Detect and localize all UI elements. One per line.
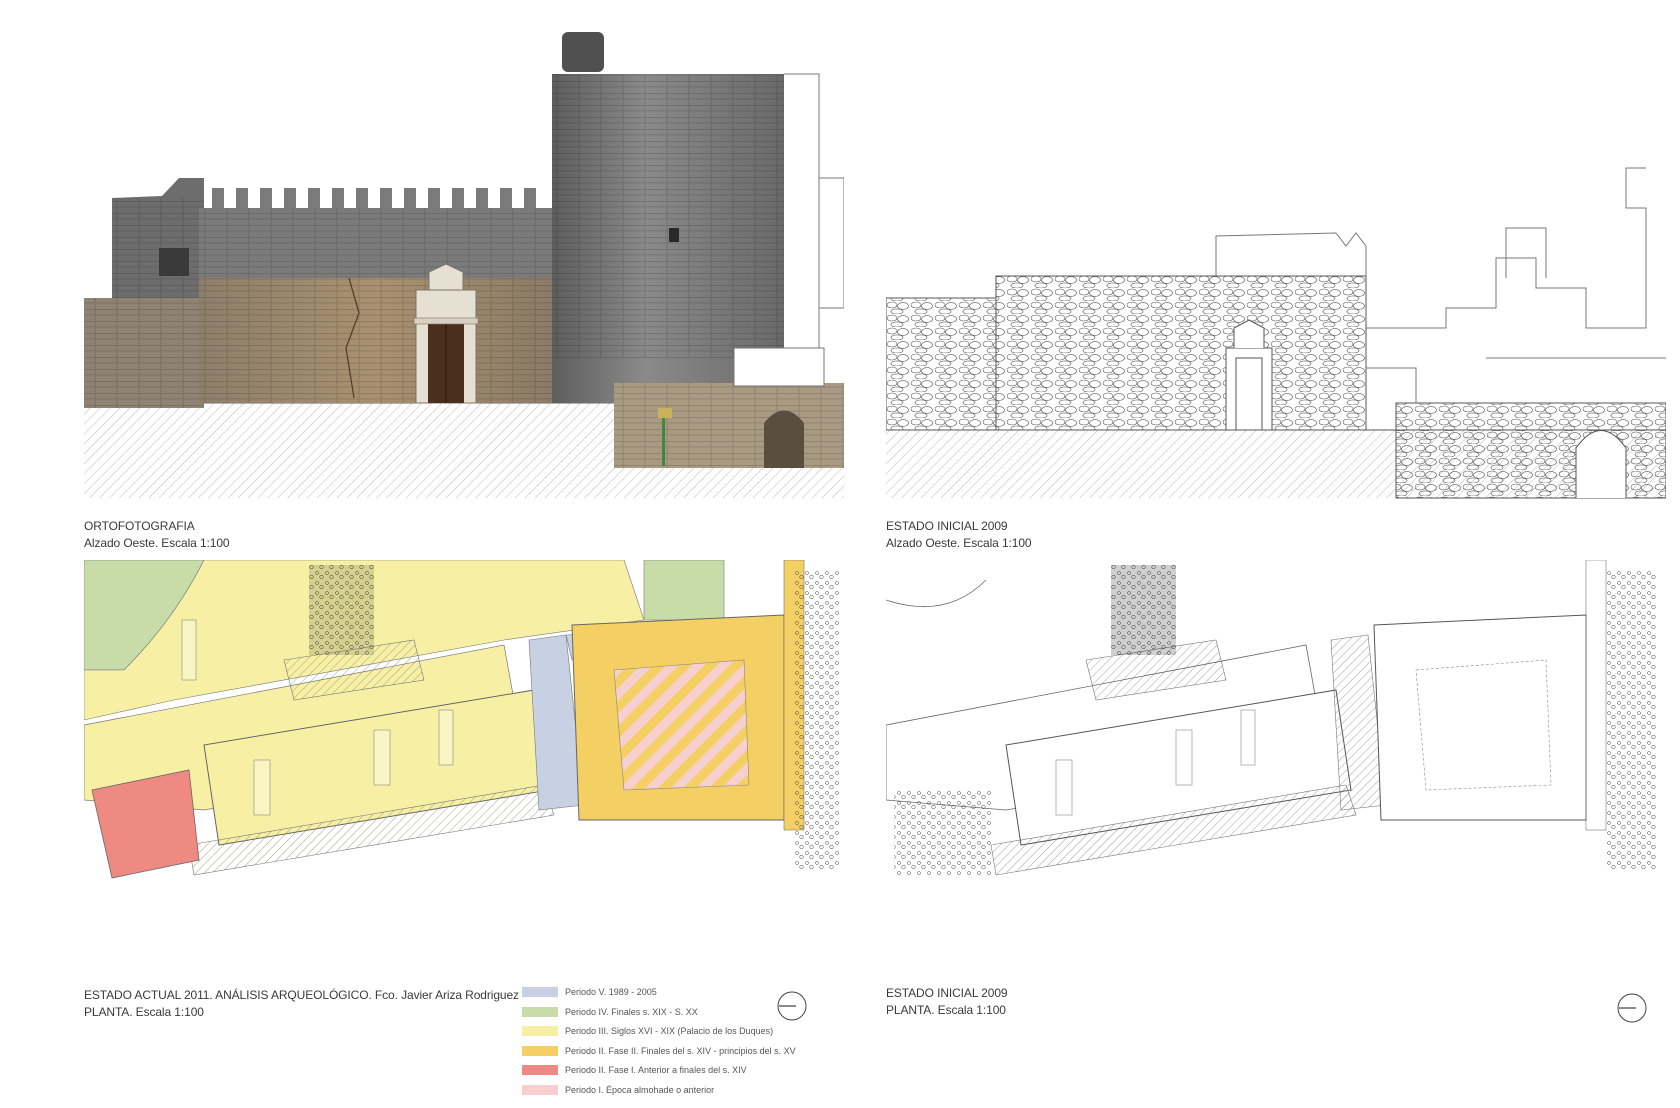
ortho-caption: ORTOFOTOGRAFIA Alzado Oeste. Escala 1:10…: [84, 518, 230, 552]
north-arrow-icon: [777, 991, 807, 1021]
legend-swatch: [522, 987, 558, 997]
legend-label: Periodo I. Época almohade o anterior: [565, 1084, 715, 1095]
legend-label: Periodo II. Fase II. Finales del s. XIV …: [565, 1045, 796, 1056]
legend-swatch: [522, 1026, 558, 1036]
initial-plan-title: ESTADO INICIAL 2009: [886, 986, 1008, 1000]
actual-plan-subtitle: PLANTA. Escala 1:100: [84, 1005, 204, 1019]
actual-plan-caption: ESTADO ACTUAL 2011. ANÁLISIS ARQUEOLÓGIC…: [84, 987, 519, 1021]
initial-elev-title: ESTADO INICIAL 2009: [886, 519, 1008, 533]
initial-plan: [886, 560, 1656, 876]
initial-elev-subtitle: Alzado Oeste. Escala 1:100: [886, 536, 1032, 550]
legend-label: Periodo IV. Finales s. XIX - S. XX: [565, 1006, 698, 1017]
north-arrow-icon: [1617, 993, 1647, 1023]
legend-label: Periodo III. Siglos XVI - XIX (Palacio d…: [565, 1026, 774, 1036]
initial-elevation: [886, 167, 1666, 499]
actual-plan-title-main: ESTADO ACTUAL 2011. ANÁLISIS ARQUEOLÓGIC…: [84, 988, 372, 1002]
legend-swatch: [522, 1006, 558, 1017]
legend-label: Periodo II. Fase I. Anterior a finales d…: [565, 1065, 747, 1075]
ortho-elevation: [84, 32, 844, 498]
ortho-subtitle: Alzado Oeste. Escala 1:100: [84, 536, 230, 550]
legend-swatch: [522, 1045, 558, 1056]
ortho-title: ORTOFOTOGRAFIA: [84, 519, 195, 533]
legend-swatch: [522, 1084, 558, 1095]
archaeological-plan: [84, 560, 839, 879]
legend-swatch: [522, 1065, 558, 1075]
main-wall-drawing: [995, 275, 1367, 431]
legend-label: Periodo V. 1989 - 2005: [565, 987, 657, 997]
initial-elev-caption: ESTADO INICIAL 2009 Alzado Oeste. Escala…: [886, 518, 1032, 552]
initial-plan-subtitle: PLANTA. Escala 1:100: [886, 1003, 1006, 1017]
tower-turret: [562, 32, 604, 72]
initial-plan-caption: ESTADO INICIAL 2009 PLANTA. Escala 1:100: [886, 985, 1008, 1019]
actual-plan-title-author: Fco. Javier Ariza Rodriguez: [371, 988, 519, 1002]
